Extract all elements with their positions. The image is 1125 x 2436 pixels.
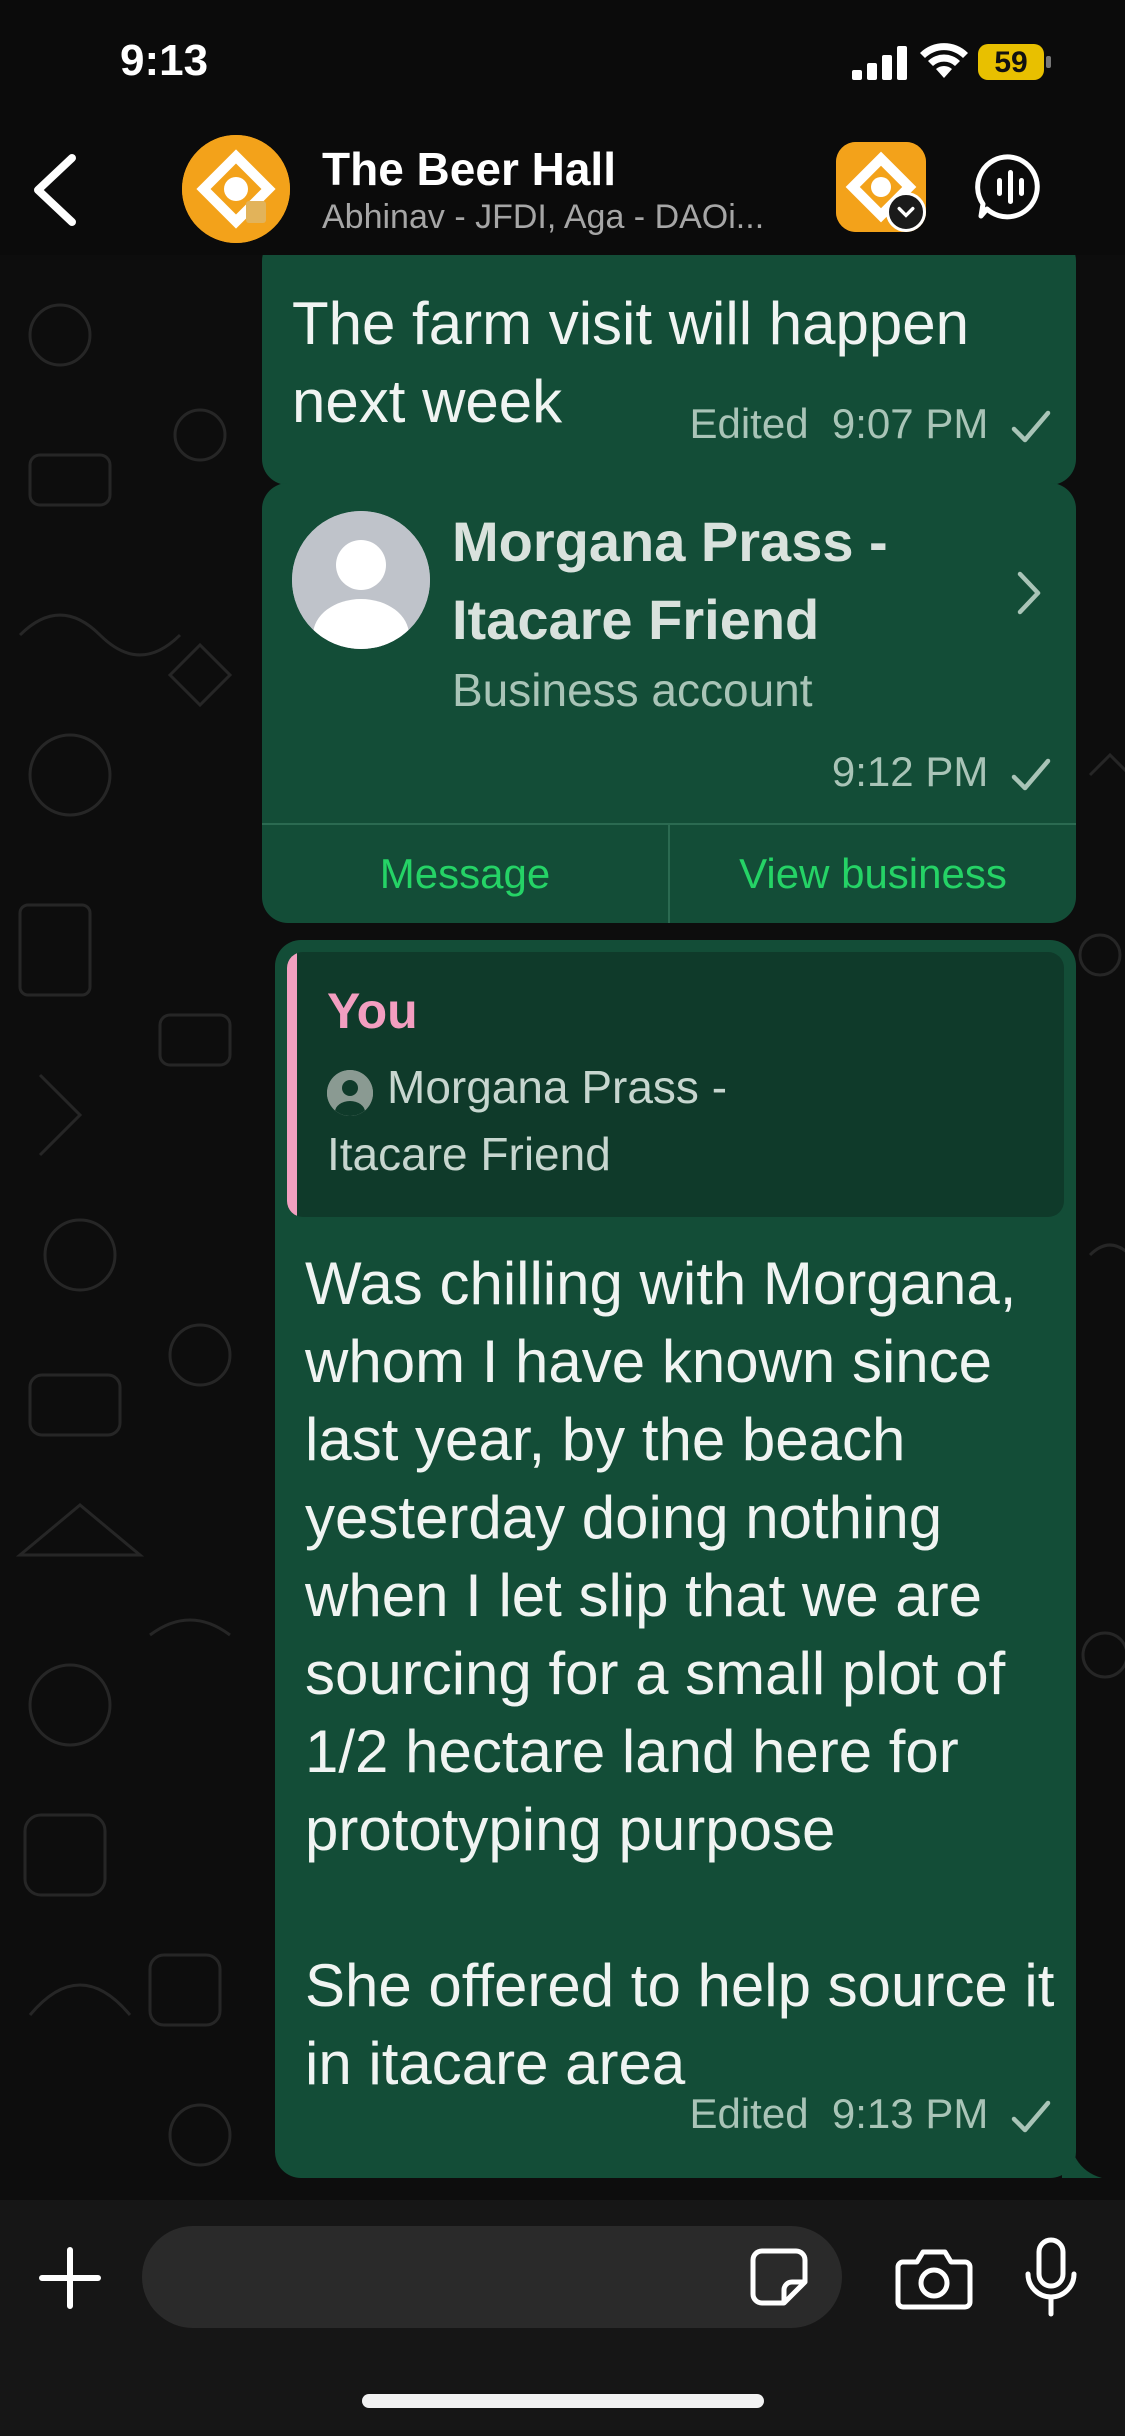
contact-person-icon: [327, 1070, 373, 1116]
battery-icon: 59: [978, 44, 1051, 80]
sent-check-icon: [1011, 758, 1051, 791]
bubble-tail: [1062, 2150, 1102, 2178]
contact-name[interactable]: Morgana Prass - Itacare Friend: [452, 503, 992, 659]
microphone-icon[interactable]: [1020, 2236, 1082, 2320]
quoted-message[interactable]: You Morgana Prass - Itacare Friend: [287, 952, 1064, 1217]
cellular-signal-icon: [852, 46, 907, 80]
reply-message-bubble[interactable]: You Morgana Prass - Itacare Friend Was c…: [275, 940, 1076, 2178]
message-time: 9:13 PM: [831, 2090, 989, 2137]
chat-area[interactable]: The farm visit will happen next week Edi…: [0, 255, 1125, 2200]
message-bubble[interactable]: The farm visit will happen next week Edi…: [262, 255, 1076, 485]
plus-icon[interactable]: [36, 2244, 104, 2312]
chevron-down-icon: [886, 192, 926, 232]
quote-bar: [287, 952, 297, 1217]
contact-card-bubble[interactable]: Morgana Prass - Itacare Friend Business …: [262, 483, 1076, 923]
edited-label: Edited: [689, 400, 809, 447]
group-avatar[interactable]: [182, 135, 290, 243]
battery-level: 59: [994, 46, 1028, 79]
sent-check-icon: [1011, 2100, 1051, 2133]
chat-header: The Beer Hall Abhinav - JFDI, Aga - DAOi…: [0, 130, 1125, 255]
message-meta: Edited 9:07 PM: [689, 400, 1052, 448]
view-business-button[interactable]: View business: [670, 825, 1076, 923]
camera-icon[interactable]: [895, 2244, 973, 2310]
back-chevron-icon[interactable]: [20, 150, 90, 230]
chat-participants[interactable]: Abhinav - JFDI, Aga - DAOi...: [322, 198, 764, 237]
status-time: 9:13: [120, 36, 209, 85]
message-meta: 9:12 PM: [832, 748, 1052, 796]
message-time: 9:12 PM: [831, 748, 989, 795]
quoted-contact-name-cont: Itacare Friend: [327, 1128, 611, 1180]
group-call-icon[interactable]: [975, 152, 1045, 222]
message-contact-button[interactable]: Message: [262, 825, 668, 923]
quoted-contact-name: Morgana Prass -: [387, 1061, 728, 1113]
message-text: Was chilling with Morgana, whom I have k…: [305, 1250, 1055, 2097]
quote-author: You: [327, 983, 418, 1039]
wifi-icon: [920, 43, 968, 78]
message-time: 9:07 PM: [831, 400, 989, 447]
message-input[interactable]: [142, 2226, 842, 2328]
edited-label: Edited: [689, 2090, 809, 2137]
message-meta: Edited 9:13 PM: [689, 2090, 1052, 2138]
chevron-right-icon[interactable]: [1014, 568, 1044, 618]
home-indicator[interactable]: [362, 2394, 764, 2408]
contact-account-type: Business account: [452, 664, 813, 716]
chat-title[interactable]: The Beer Hall: [322, 142, 616, 196]
sticker-icon[interactable]: [748, 2246, 810, 2308]
sent-check-icon: [1011, 410, 1051, 443]
contact-avatar[interactable]: [292, 511, 430, 649]
status-bar: 9:13 59: [0, 0, 1125, 130]
